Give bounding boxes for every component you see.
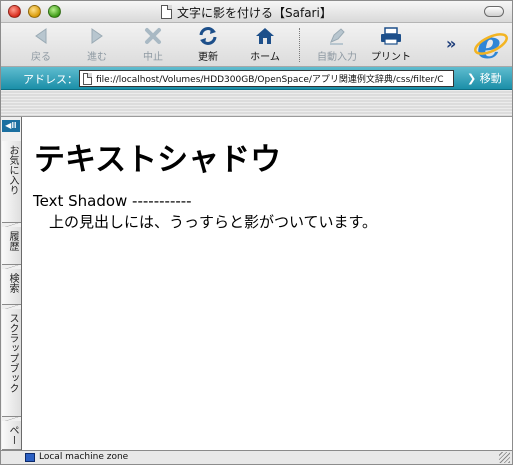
zone-icon <box>25 453 35 462</box>
minimize-button[interactable] <box>28 5 41 18</box>
forward-label: 進む <box>87 52 107 63</box>
printer-icon <box>381 27 401 45</box>
title-bar[interactable]: 文字に影を付ける【Safari】 <box>1 1 512 23</box>
tab-scrapbook-label: スクラップブック <box>7 313 18 393</box>
window-title-group: 文字に影を付ける【Safari】 <box>161 4 332 20</box>
toolbar: 戻る 進む 中止 更新 ホーム 自動入力 プリント » e <box>1 23 512 67</box>
refresh-button[interactable]: 更新 <box>183 26 233 64</box>
tab-search[interactable]: 検索 <box>2 269 21 310</box>
toolbar-overflow-button[interactable]: » <box>446 34 456 53</box>
address-label: アドレス： <box>23 73 78 86</box>
tab-favorites-label: お気に入り <box>7 145 18 195</box>
status-bar: Local machine zone <box>1 450 512 464</box>
toolbar-separator <box>299 28 300 62</box>
explorer-collapse-button[interactable]: ◀Ⅲ <box>2 120 20 132</box>
autofill-label: 自動入力 <box>317 52 357 63</box>
stop-x-icon <box>145 28 161 44</box>
status-zone-text: Local machine zone <box>39 452 129 462</box>
refresh-label: 更新 <box>198 52 218 63</box>
tab-scrapbook[interactable]: スクラップブック <box>2 309 21 422</box>
back-label: 戻る <box>31 52 51 63</box>
tab-favorites[interactable]: お気に入り <box>2 141 21 228</box>
resize-grip[interactable] <box>499 452 510 463</box>
tab-page-holder-label: ペー <box>7 425 18 445</box>
body-text-line-2: 上の見出しには、うっすらと影がついています。 <box>49 213 378 231</box>
zoom-button[interactable] <box>48 5 61 18</box>
print-label: プリント <box>371 52 411 63</box>
forward-arrow-icon <box>91 28 103 44</box>
go-button[interactable]: ❯ 移動 <box>467 70 502 86</box>
address-input[interactable]: file://localhost/Volumes/HDD300GB/OpenSp… <box>79 70 454 87</box>
home-label: ホーム <box>250 52 280 63</box>
window-title: 文字に影を付ける【Safari】 <box>177 5 332 20</box>
tab-page-holder[interactable]: ペー <box>2 421 21 455</box>
stop-button[interactable]: 中止 <box>128 26 178 64</box>
body-text-line-1: Text Shadow ----------- <box>33 192 192 210</box>
address-url: file://localhost/Volumes/HDD300GB/OpenSp… <box>96 75 444 85</box>
back-arrow-icon <box>35 28 47 44</box>
autofill-icon <box>330 28 345 45</box>
tab-search-label: 検索 <box>7 273 18 293</box>
refresh-icon <box>199 27 217 45</box>
page-content: テキストシャドウ Text Shadow ----------- 上の見出しには… <box>23 117 512 450</box>
address-bar: アドレス： file://localhost/Volumes/HDD300GB/… <box>1 67 512 90</box>
browser-window: 文字に影を付ける【Safari】 戻る 進む 中止 更新 ホーム 自動入力 プリ… <box>0 0 513 465</box>
tab-history-label: 履歴 <box>7 231 18 251</box>
autofill-button[interactable]: 自動入力 <box>309 26 365 64</box>
home-icon <box>256 28 274 44</box>
explorer-bar: ◀Ⅲ お気に入り 履歴 検索 スクラップブック ペー <box>1 117 22 455</box>
close-button[interactable] <box>8 5 21 18</box>
tab-history[interactable]: 履歴 <box>2 227 21 270</box>
back-button[interactable]: 戻る <box>16 26 66 64</box>
page-heading: テキストシャドウ <box>34 142 282 178</box>
forward-button[interactable]: 進む <box>72 26 122 64</box>
print-button[interactable]: プリント <box>365 26 417 64</box>
ie-logo-icon: e <box>474 25 508 63</box>
home-button[interactable]: ホーム <box>240 26 290 64</box>
stop-label: 中止 <box>143 52 163 63</box>
favorites-bar <box>1 90 512 117</box>
go-label: 移動 <box>479 72 502 85</box>
document-icon <box>161 5 172 19</box>
svg-text:e: e <box>477 25 501 63</box>
toolbar-toggle-button[interactable] <box>484 6 504 17</box>
url-document-icon <box>83 72 92 85</box>
